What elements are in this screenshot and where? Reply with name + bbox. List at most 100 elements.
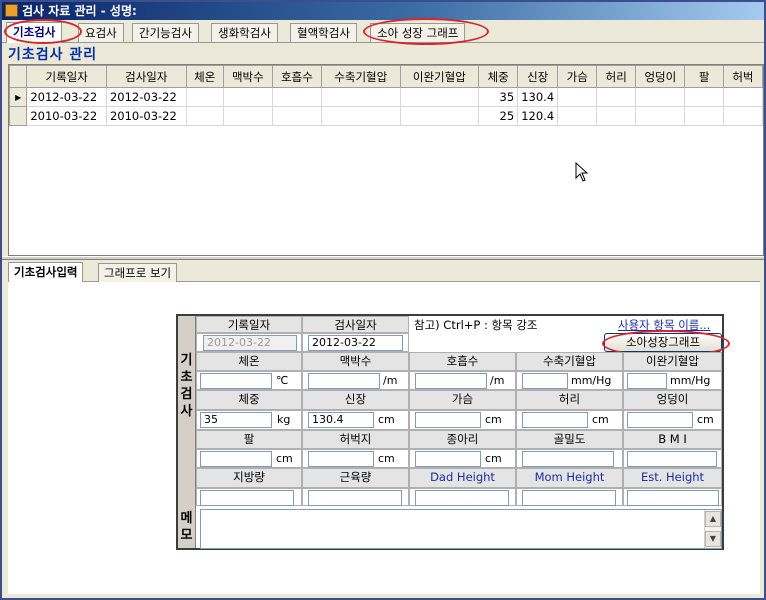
pane-splitter[interactable] <box>2 256 764 260</box>
systolic-bp-input[interactable] <box>522 373 568 389</box>
grid-cell[interactable] <box>635 87 686 107</box>
grid-cell[interactable] <box>399 87 480 107</box>
chest-input[interactable] <box>415 412 481 428</box>
thigh-cell: cm <box>302 449 409 468</box>
weight-input[interactable]: 35 <box>200 412 272 428</box>
tab-basic-exam[interactable]: 기초검사 <box>6 22 63 43</box>
grid-cell[interactable] <box>722 106 763 126</box>
grid-cell[interactable] <box>684 87 724 107</box>
grid-cell[interactable] <box>222 87 273 107</box>
bone-density-input[interactable] <box>522 451 614 467</box>
thigh-input[interactable] <box>308 451 374 467</box>
column-header[interactable]: 수축기혈압 <box>320 65 401 88</box>
hip-label: 엉덩이 <box>623 390 722 410</box>
hip-unit: cm <box>697 413 714 426</box>
grid-cell[interactable] <box>596 87 637 107</box>
column-header[interactable]: 팔 <box>684 65 724 88</box>
systolic-bp-cell: mm/Hg <box>516 371 623 390</box>
tab-liver-exam[interactable]: 간기능검사 <box>132 23 199 42</box>
column-header[interactable]: 이완기혈압 <box>399 65 480 88</box>
est-height-input[interactable] <box>627 490 719 506</box>
table-row[interactable]: 2010-03-22 2010-03-22 25 120.4 <box>9 106 763 126</box>
scroll-down-icon[interactable]: ▼ <box>705 531 721 547</box>
diastolic-bp-cell: mm/Hg <box>623 371 722 390</box>
column-header[interactable]: 허리 <box>596 65 637 88</box>
child-growth-graph-button[interactable]: 소아성장그래프 <box>604 333 722 352</box>
exam-date-label: 검사일자 <box>302 316 409 333</box>
tab-basic-exam-input[interactable]: 기초검사입력 <box>8 262 84 282</box>
mom-height-label: Mom Height <box>516 468 623 488</box>
grid-cell[interactable] <box>399 106 480 126</box>
grid-cell[interactable]: 2012-03-22 <box>105 87 187 107</box>
column-header[interactable]: 체온 <box>185 65 224 88</box>
grid-cell[interactable] <box>271 87 322 107</box>
grid-cell[interactable]: 2010-03-22 <box>26 106 107 126</box>
grid-cell[interactable] <box>320 87 401 107</box>
grid-cell[interactable] <box>557 106 598 126</box>
body-fat-label: 지방량 <box>196 468 302 488</box>
bmi-input[interactable] <box>627 451 717 467</box>
grid-cell[interactable] <box>722 87 763 107</box>
weight-unit: kg <box>277 413 291 426</box>
tab-urine-exam[interactable]: 요검사 <box>78 23 124 42</box>
muscle-mass-input[interactable] <box>308 490 402 506</box>
temperature-input[interactable] <box>200 373 272 389</box>
row-selector-icon[interactable]: ▶ <box>9 87 28 107</box>
systolic-bp-unit: mm/Hg <box>571 374 612 387</box>
exam-date-field[interactable]: 2012-03-22 <box>308 335 403 351</box>
grid-cell[interactable] <box>271 106 322 126</box>
grid-cell[interactable] <box>557 87 598 107</box>
grid-cell[interactable] <box>185 106 224 126</box>
column-header[interactable]: 맥박수 <box>222 65 273 88</box>
column-header[interactable]: 가슴 <box>557 65 598 88</box>
dad-height-input[interactable] <box>415 490 509 506</box>
column-header[interactable]: 체중 <box>478 65 519 88</box>
grid-cell[interactable] <box>635 106 686 126</box>
grid-cell[interactable] <box>185 87 224 107</box>
memo-scrollbar[interactable]: ▲ ▼ <box>704 510 721 548</box>
grid-cell[interactable]: 2010-03-22 <box>105 106 187 126</box>
column-header[interactable]: 기록일자 <box>26 65 107 88</box>
tab-hematology-exam[interactable]: 혈액학검사 <box>290 23 357 42</box>
memo-textarea[interactable]: ▲ ▼ <box>200 509 722 549</box>
waist-input[interactable] <box>522 412 588 428</box>
arm-input[interactable] <box>200 451 272 467</box>
grid-cell[interactable]: 2012-03-22 <box>26 87 107 107</box>
grid-cell[interactable] <box>684 106 724 126</box>
user-items-link[interactable]: 사용자 항목 이름... <box>618 317 710 333</box>
tab-child-growth-graph[interactable]: 소아 성장 그래프 <box>370 23 466 42</box>
mom-height-input[interactable] <box>522 490 616 506</box>
hip-input[interactable] <box>627 412 693 428</box>
height-cell: 130.4 cm <box>302 410 409 430</box>
tab-graph-view[interactable]: 그래프로 보기 <box>98 263 178 282</box>
grid-cell[interactable]: 120.4 <box>517 106 559 126</box>
scroll-up-icon[interactable]: ▲ <box>705 511 721 527</box>
section-title: 기초검사 관리 <box>8 47 98 63</box>
grid-cell[interactable] <box>596 106 637 126</box>
height-input[interactable]: 130.4 <box>308 412 374 428</box>
body-fat-input[interactable] <box>200 490 294 506</box>
column-header[interactable]: 검사일자 <box>105 65 187 88</box>
row-selector[interactable] <box>9 106 28 126</box>
grid-cell[interactable] <box>222 106 273 126</box>
respiration-input[interactable] <box>415 373 487 389</box>
grid-cell[interactable]: 35 <box>478 87 519 107</box>
calf-input[interactable] <box>415 451 481 467</box>
grid-cell[interactable]: 25 <box>478 106 519 126</box>
column-header[interactable]: 허벅 <box>722 65 763 88</box>
grid-cell[interactable] <box>320 106 401 126</box>
table-row[interactable]: ▶ 2012-03-22 2012-03-22 35 130.4 <box>9 87 763 107</box>
column-header[interactable]: 엉덩이 <box>635 65 686 88</box>
tab-biochem-exam[interactable]: 생화학검사 <box>211 23 278 42</box>
pulse-input[interactable] <box>308 373 380 389</box>
column-header[interactable]: 신장 <box>517 65 559 88</box>
column-header[interactable]: 호흡수 <box>271 65 322 88</box>
arm-label: 팔 <box>196 430 302 449</box>
diastolic-bp-input[interactable] <box>627 373 667 389</box>
dad-height-cell <box>409 488 516 506</box>
ctrl-p-note: 참고) Ctrl+P : 항목 강조 <box>414 318 538 332</box>
bmi-label: B M I <box>623 430 722 449</box>
grid-cell[interactable]: 130.4 <box>517 87 559 107</box>
temperature-label: 체온 <box>196 352 302 371</box>
exam-data-grid[interactable]: 기록일자 검사일자 체온 맥박수 호흡수 수축기혈압 이완기혈압 체중 신장 가… <box>8 64 764 256</box>
